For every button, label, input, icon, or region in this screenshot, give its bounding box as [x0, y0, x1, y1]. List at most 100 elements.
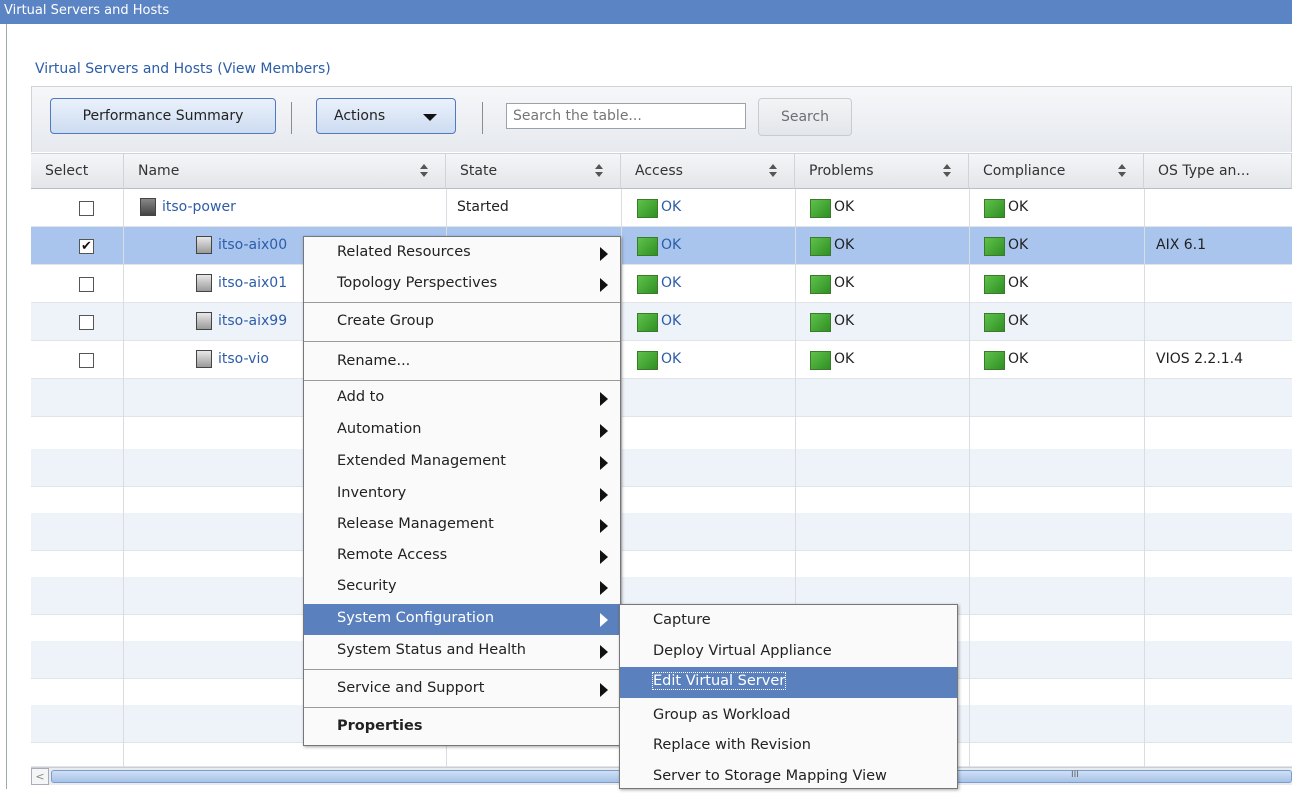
server-name-link[interactable]: itso-aix01	[218, 275, 287, 291]
menu-item-capture[interactable]: Capture	[620, 606, 957, 637]
menu-item-label: Release Management	[337, 516, 494, 532]
menu-item-security[interactable]: Security	[304, 572, 620, 603]
ok-status-icon	[637, 351, 658, 370]
menu-item-edit-virtual-server[interactable]: Edit Virtual Server	[620, 667, 957, 698]
submenu-arrow-icon	[600, 683, 608, 697]
search-button[interactable]: Search	[758, 98, 852, 136]
column-divider	[1144, 189, 1145, 774]
column-header-os-type[interactable]: OS Type an...	[1144, 153, 1292, 189]
column-header-name[interactable]: Name	[124, 153, 446, 189]
sort-icon[interactable]	[594, 163, 604, 179]
ok-status-icon	[984, 199, 1005, 218]
column-header-select[interactable]: Select	[31, 153, 124, 189]
menu-item-label: Replace with Revision	[653, 737, 811, 753]
submenu-arrow-icon	[600, 278, 608, 292]
menu-item-inventory[interactable]: Inventory	[304, 479, 620, 510]
menu-item-automation[interactable]: Automation	[304, 415, 620, 446]
access-status[interactable]: OK	[661, 275, 681, 291]
compliance-status: OK	[1008, 351, 1029, 367]
problems-status: OK	[834, 199, 855, 215]
column-header-state[interactable]: State	[446, 153, 621, 189]
empty-row	[31, 379, 1292, 417]
access-status[interactable]: OK	[661, 237, 681, 253]
menu-separator	[304, 341, 620, 342]
submenu-arrow-icon	[600, 581, 608, 595]
column-header-label: Compliance	[983, 163, 1066, 179]
menu-item-server-to-storage-mapping-view[interactable]: Server to Storage Mapping View	[620, 762, 957, 793]
menu-item-label: Inventory	[337, 485, 407, 501]
sort-icon[interactable]	[419, 163, 429, 179]
server-name-link[interactable]: itso-aix00	[218, 237, 287, 253]
compliance-status: OK	[1008, 275, 1029, 291]
column-header-label: Select	[45, 163, 89, 179]
menu-item-service-and-support[interactable]: Service and Support	[304, 674, 620, 705]
server-name-link[interactable]: itso-vio	[218, 351, 269, 367]
menu-item-label: Service and Support	[337, 680, 485, 696]
menu-item-replace-with-revision[interactable]: Replace with Revision	[620, 731, 957, 762]
menu-item-label: Related Resources	[337, 244, 471, 260]
row-select-checkbox[interactable]	[79, 315, 94, 330]
row-select-checkbox[interactable]	[79, 201, 94, 216]
column-header-problems[interactable]: Problems	[795, 153, 969, 189]
server-name-link[interactable]: itso-power	[162, 199, 236, 215]
menu-item-label: Deploy Virtual Appliance	[653, 643, 832, 659]
system-configuration-submenu: Capture Deploy Virtual Appliance Edit Vi…	[619, 604, 958, 789]
menu-item-system-status-and-health[interactable]: System Status and Health	[304, 636, 620, 667]
server-icon	[140, 198, 156, 216]
access-status[interactable]: OK	[661, 313, 681, 329]
column-header-access[interactable]: Access	[621, 153, 795, 189]
ok-status-icon	[810, 275, 831, 294]
chevron-down-icon	[423, 114, 437, 121]
server-icon	[196, 350, 212, 368]
sort-icon[interactable]	[1117, 163, 1127, 179]
access-status[interactable]: OK	[661, 199, 681, 215]
os-type-value: VIOS 2.2.1.4	[1156, 351, 1244, 367]
panel-title[interactable]: Virtual Servers and Hosts (View Members)	[35, 61, 331, 77]
menu-item-related-resources[interactable]: Related Resources	[304, 238, 620, 269]
menu-item-deploy-virtual-appliance[interactable]: Deploy Virtual Appliance	[620, 637, 957, 668]
row-select-checkbox[interactable]	[79, 353, 94, 368]
menu-separator	[304, 302, 620, 303]
search-input[interactable]	[506, 103, 746, 129]
actions-dropdown-button[interactable]: Actions	[316, 98, 456, 134]
menu-item-label: Edit Virtual Server	[651, 672, 787, 690]
menu-item-add-to[interactable]: Add to	[304, 383, 620, 414]
menu-item-properties[interactable]: Properties	[304, 712, 620, 743]
toolbar-separator	[291, 102, 292, 134]
performance-summary-button[interactable]: Performance Summary	[50, 98, 276, 134]
menu-item-remote-access[interactable]: Remote Access	[304, 541, 620, 572]
compliance-status: OK	[1008, 199, 1029, 215]
sort-icon[interactable]	[942, 163, 952, 179]
server-icon	[196, 236, 212, 254]
server-icon	[196, 312, 212, 330]
ok-status-icon	[637, 313, 658, 332]
column-divider	[969, 189, 970, 774]
problems-status: OK	[834, 351, 855, 367]
menu-item-release-management[interactable]: Release Management	[304, 510, 620, 541]
server-name-link[interactable]: itso-aix99	[218, 313, 287, 329]
ok-status-icon	[810, 237, 831, 256]
scroll-left-button[interactable]: <	[31, 768, 49, 785]
menu-item-create-group[interactable]: Create Group	[304, 307, 620, 338]
column-header-label: Problems	[809, 163, 874, 179]
row-select-checkbox[interactable]	[79, 277, 94, 292]
server-icon	[196, 274, 212, 292]
scrollbar-grip-icon: III	[1071, 770, 1079, 780]
sort-icon[interactable]	[768, 163, 778, 179]
menu-item-group-as-workload[interactable]: Group as Workload	[620, 701, 957, 732]
column-header-compliance[interactable]: Compliance	[969, 153, 1144, 189]
ok-status-icon	[810, 351, 831, 370]
ok-status-icon	[984, 313, 1005, 332]
menu-item-system-configuration[interactable]: System Configuration	[304, 604, 620, 635]
access-status[interactable]: OK	[661, 351, 681, 367]
ok-status-icon	[984, 237, 1005, 256]
menu-item-topology-perspectives[interactable]: Topology Perspectives	[304, 269, 620, 300]
menu-item-rename[interactable]: Rename...	[304, 347, 620, 378]
row-select-checkbox[interactable]: ✔	[79, 239, 94, 254]
menu-item-label: Automation	[337, 421, 422, 437]
ok-status-icon	[637, 199, 658, 218]
actions-label: Actions	[334, 108, 386, 124]
menu-item-extended-management[interactable]: Extended Management	[304, 447, 620, 478]
menu-separator	[304, 707, 620, 708]
window-title: Virtual Servers and Hosts	[4, 3, 170, 18]
